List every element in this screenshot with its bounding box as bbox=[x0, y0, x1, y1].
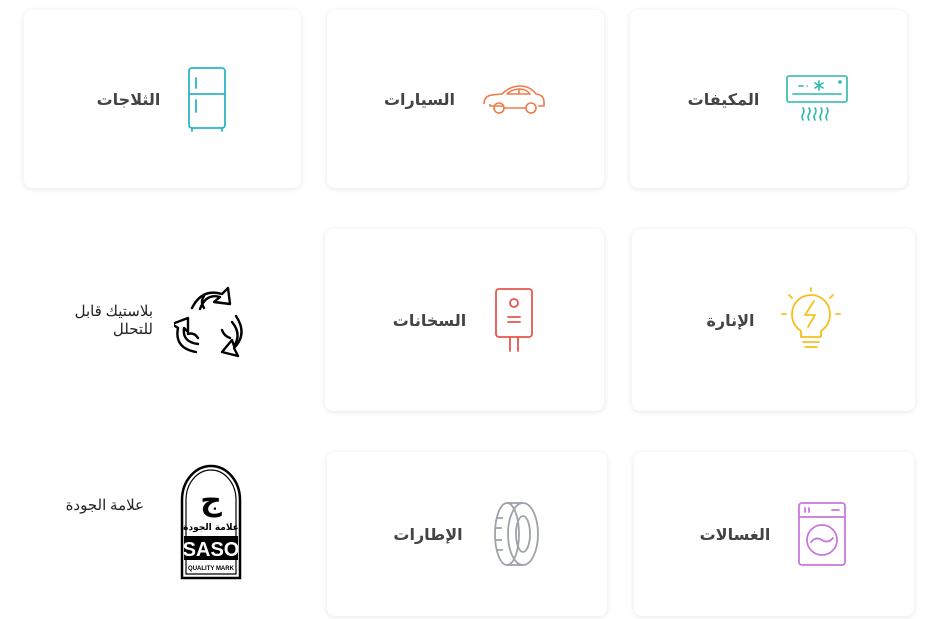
light-bulb-icon bbox=[780, 287, 841, 353]
category-card-tires[interactable]: الإطارات bbox=[327, 452, 607, 616]
tire-icon bbox=[489, 500, 541, 568]
washing-machine-icon bbox=[796, 501, 848, 567]
category-card-water-heaters[interactable]: السخانات bbox=[325, 229, 604, 411]
saso-mark-sub: QUALITY MARK bbox=[188, 566, 235, 572]
category-label: الإطارات bbox=[393, 524, 463, 544]
category-label: الثلاجات bbox=[96, 89, 161, 109]
saso-mark-letter: ج bbox=[200, 483, 222, 518]
category-card-washing-machines[interactable]: الغسالات bbox=[634, 452, 914, 616]
category-card-cars[interactable]: السيارات bbox=[327, 10, 604, 188]
saso-mark-latin: SASO bbox=[183, 539, 240, 561]
recycle-label-line1: بلاستيك قابل bbox=[74, 304, 153, 320]
quality-badge-label: علامة الجودة bbox=[65, 498, 144, 514]
car-icon bbox=[481, 82, 547, 116]
saso-quality-mark-icon: ج علامة الجودة SASO QUALITY MARK bbox=[180, 462, 242, 580]
category-label: السخانات bbox=[392, 310, 467, 330]
category-card-air-conditioners[interactable]: المكيفات bbox=[630, 10, 907, 188]
saso-mark-arabic: علامة الجودة bbox=[183, 523, 239, 533]
water-heater-icon bbox=[492, 287, 536, 353]
recycle-label-line2: للتحلل bbox=[112, 322, 153, 338]
air-conditioner-icon bbox=[785, 74, 849, 124]
category-label: الإنارة bbox=[706, 310, 755, 330]
recycle-icon bbox=[170, 286, 248, 362]
recycle-badge-label: بلاستيك قابل للتحلل bbox=[58, 303, 153, 339]
category-label: الغسالات bbox=[699, 524, 771, 544]
refrigerator-icon bbox=[186, 66, 228, 132]
category-card-lighting[interactable]: الإنارة bbox=[632, 229, 915, 411]
category-label: السيارات bbox=[383, 89, 456, 109]
category-card-refrigerators[interactable]: الثلاجات bbox=[24, 10, 301, 188]
category-label: المكيفات bbox=[687, 89, 760, 109]
